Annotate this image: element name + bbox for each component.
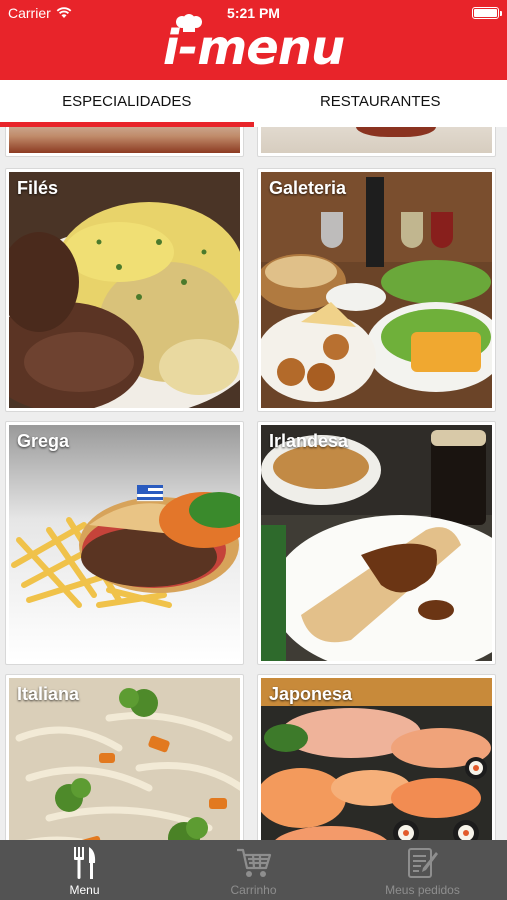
tab-carrinho[interactable]: Carrinho	[169, 840, 338, 900]
category-title: Grega	[17, 431, 70, 451]
category-card[interactable]	[5, 127, 244, 157]
tab-menu-label: Menu	[69, 883, 100, 897]
category-title: Japonesa	[269, 684, 353, 704]
tab-meus-pedidos-label: Meus pedidos	[385, 883, 460, 897]
app-logo: i-menu	[0, 14, 507, 78]
category-grid: Filés Galeteria Grega Irlandesa Italiana…	[0, 127, 507, 840]
category-card-irlandesa[interactable]: Irlandesa	[257, 421, 496, 665]
tab-especialidades[interactable]: ESPECIALIDADES	[0, 80, 254, 127]
segment-tabs: ESPECIALIDADES RESTAURANTES	[0, 80, 507, 127]
category-title: Filés	[17, 178, 59, 198]
food-image	[261, 172, 492, 408]
category-card-files[interactable]: Filés	[5, 168, 244, 412]
category-card-grega[interactable]: Grega	[5, 421, 244, 665]
food-image	[11, 484, 240, 608]
tab-label: ESPECIALIDADES	[62, 93, 192, 110]
category-card[interactable]	[257, 127, 496, 157]
fork-knife-icon	[73, 847, 95, 879]
category-card-italiana[interactable]: Italiana	[5, 674, 244, 840]
tab-label: RESTAURANTES	[319, 93, 441, 110]
category-title: Italiana	[17, 684, 80, 704]
orders-icon	[407, 848, 438, 878]
category-title: Irlandesa	[269, 431, 349, 451]
chef-hat-icon	[175, 14, 202, 32]
tab-meus-pedidos[interactable]: Meus pedidos	[338, 840, 507, 900]
category-title: Galeteria	[269, 178, 347, 198]
category-card-japonesa[interactable]: Japonesa	[257, 674, 496, 840]
food-image	[261, 425, 492, 661]
tab-restaurantes[interactable]: RESTAURANTES	[254, 80, 507, 127]
food-image	[9, 172, 240, 408]
category-card-galeteria[interactable]: Galeteria	[257, 168, 496, 412]
header: Carrier 5:21 PM i-menu	[0, 0, 507, 80]
tab-menu[interactable]: Menu	[0, 840, 169, 900]
tab-carrinho-label: Carrinho	[230, 883, 277, 897]
cart-icon	[236, 848, 271, 877]
bottom-tab-bar: Menu Carrinho Meus pedidos	[0, 840, 507, 900]
